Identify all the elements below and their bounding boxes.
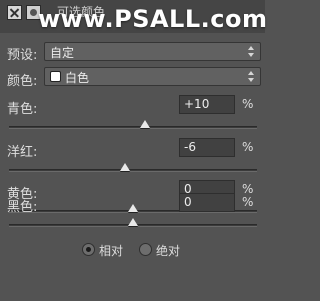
panel-header: 可选颜色 www.PSALL.com [0, 0, 268, 33]
colors-select[interactable]: 白色 [44, 67, 261, 86]
color-swatch [50, 71, 61, 82]
colors-value: 白色 [65, 71, 90, 85]
preset-label: 预设: [7, 48, 38, 63]
absolute-label[interactable]: 绝对 [156, 242, 180, 259]
magenta-slider-track[interactable] [9, 169, 257, 172]
relative-radio[interactable] [82, 243, 95, 256]
cyan-label: 青色: [7, 102, 38, 117]
select-arrows-icon [248, 46, 255, 57]
cyan-slider-thumb[interactable] [140, 120, 150, 128]
colors-label: 颜色: [7, 74, 38, 89]
magenta-percent: % [242, 140, 254, 154]
absolute-radio[interactable] [139, 243, 152, 256]
select-arrows-icon [248, 71, 255, 82]
selective-color-panel: 可选颜色 www.PSALL.com 预设: 自定 颜色: 白色 青色: +10… [0, 0, 268, 301]
preset-select[interactable]: 自定 [44, 42, 261, 61]
relative-label[interactable]: 相对 [99, 242, 123, 259]
black-value-input[interactable]: 0 [179, 193, 235, 212]
magenta-value-input[interactable]: -6 [179, 138, 235, 157]
black-slider-thumb[interactable] [128, 218, 138, 226]
black-label: 黑色: [7, 200, 38, 215]
cyan-value-input[interactable]: +10 [179, 95, 235, 114]
cyan-slider-track[interactable] [9, 126, 257, 129]
cyan-percent: % [242, 97, 254, 111]
adjustment-layer-icon[interactable] [7, 5, 22, 20]
magenta-label: 洋红: [7, 145, 38, 160]
yellow-percent: % [242, 182, 254, 196]
watermark: www.PSALL.com [38, 5, 268, 33]
preset-value: 自定 [50, 46, 75, 60]
yellow-slider-thumb[interactable] [128, 204, 138, 212]
magenta-slider-thumb[interactable] [120, 163, 130, 171]
black-percent: % [242, 195, 254, 209]
